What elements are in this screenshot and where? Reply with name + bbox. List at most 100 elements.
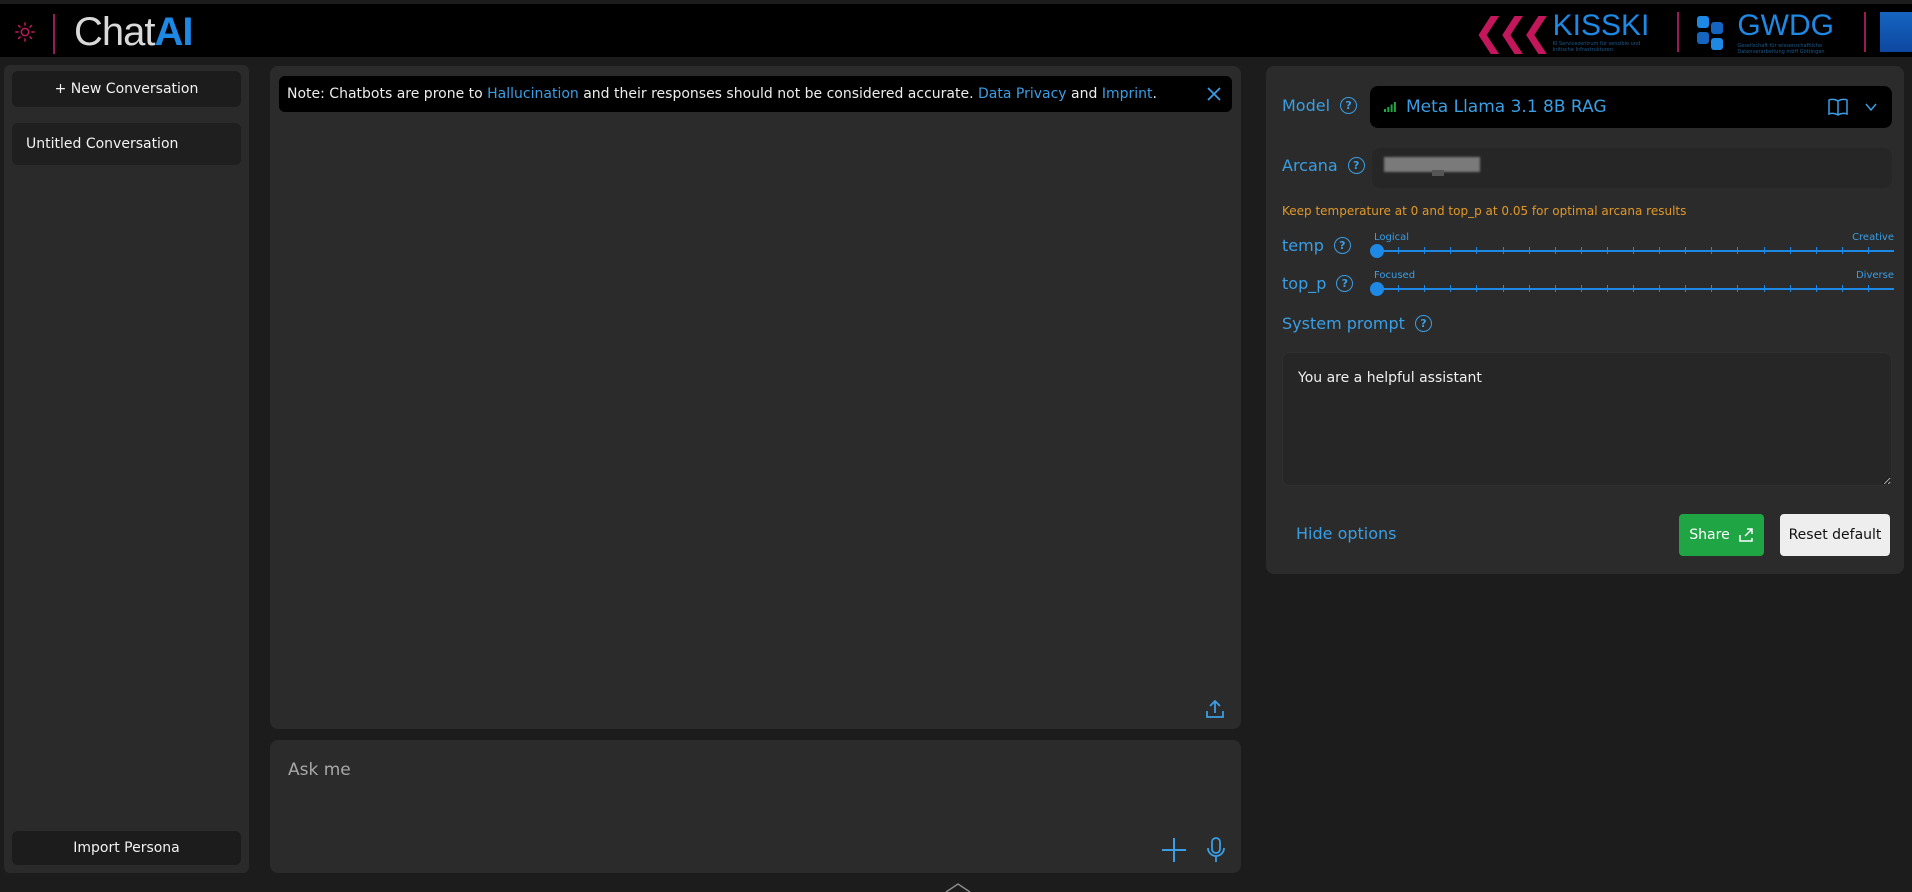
gwdg-name: GWDG xyxy=(1737,9,1834,42)
slider-tick xyxy=(1554,285,1556,292)
microphone-icon[interactable] xyxy=(1204,836,1228,864)
slider-tick xyxy=(1659,285,1661,292)
hallucination-link[interactable]: Hallucination xyxy=(487,86,579,102)
slider-tick xyxy=(1398,285,1400,292)
disclaimer-note: Note: Chatbots are prone to Hallucinatio… xyxy=(279,76,1232,112)
chevron-up-icon[interactable] xyxy=(944,882,972,892)
slider-tick xyxy=(1867,285,1869,292)
slider-tick xyxy=(1841,285,1843,292)
slider-tick xyxy=(1659,247,1661,254)
conversation-sidebar: + New Conversation Untitled Conversation… xyxy=(4,65,249,873)
logo-divider xyxy=(1677,12,1680,52)
slider-tick xyxy=(1580,285,1582,292)
slider-tick xyxy=(1398,247,1400,254)
kisski-logo[interactable]: ❮❮❮ KISSKI KI Servicezentrum für sensibl… xyxy=(1473,10,1649,54)
share-icon xyxy=(1738,528,1753,542)
conversation-item[interactable]: Untitled Conversation xyxy=(12,123,241,165)
share-button[interactable]: Share xyxy=(1679,514,1764,556)
slider-tick xyxy=(1633,285,1634,292)
slider-tick xyxy=(1528,247,1530,254)
slider-tick xyxy=(1711,285,1713,292)
slider-tick xyxy=(1502,247,1504,254)
chat-panel: Note: Chatbots are prone to Hallucinatio… xyxy=(270,66,1241,729)
slider-tick xyxy=(1711,247,1713,254)
temp-slider[interactable]: Logical Creative xyxy=(1370,232,1894,260)
temp-min-label: Logical xyxy=(1374,232,1410,243)
slider-tick xyxy=(1606,285,1608,292)
slider-tick xyxy=(1528,285,1530,292)
book-icon[interactable] xyxy=(1828,98,1848,116)
temp-max-label: Creative xyxy=(1852,232,1894,243)
system-prompt-label-text: System prompt xyxy=(1282,314,1405,333)
system-prompt-label: System prompt ? xyxy=(1282,314,1432,333)
slider-tick xyxy=(1450,285,1452,292)
model-select-value: Meta Llama 3.1 8B RAG xyxy=(1406,97,1607,117)
chat-ai-logo[interactable]: Chat AI xyxy=(74,9,194,54)
arcana-warning: Keep temperature at 0 and top_p at 0.05 … xyxy=(1282,204,1687,218)
slider-tick xyxy=(1815,285,1817,292)
top-p-label-text: top_p xyxy=(1282,274,1327,293)
gwdg-logo[interactable]: GWDG Gesellschaft für wissenschaftliche … xyxy=(1693,9,1834,55)
close-icon[interactable] xyxy=(1204,84,1224,104)
slider-tick xyxy=(1580,247,1582,254)
temp-slider-handle[interactable] xyxy=(1370,244,1384,258)
note-prefix: Note: Chatbots are prone to xyxy=(287,86,488,102)
slider-tick xyxy=(1606,247,1608,254)
arcana-redacted-value xyxy=(1432,170,1444,176)
top-p-min-label: Focused xyxy=(1374,270,1416,281)
slider-tick xyxy=(1685,247,1687,254)
slider-tick xyxy=(1815,247,1817,254)
gwdg-subtitle: Gesellschaft für wissenschaftliche Daten… xyxy=(1737,43,1825,55)
question-circle-icon[interactable]: ? xyxy=(1347,157,1365,174)
top-p-max-label: Diverse xyxy=(1855,270,1894,281)
note-suffix: . xyxy=(1152,86,1157,102)
logo-divider xyxy=(1864,12,1866,52)
slider-tick xyxy=(1424,285,1426,292)
note-and: and xyxy=(1066,86,1102,102)
question-circle-icon[interactable]: ? xyxy=(1336,275,1354,292)
slider-tick xyxy=(1685,285,1687,292)
header-divider xyxy=(53,14,55,54)
institution-mark-icon xyxy=(1880,12,1912,52)
temp-label: temp ? xyxy=(1282,236,1351,255)
slider-tick xyxy=(1737,285,1739,292)
slider-tick xyxy=(1502,285,1504,292)
slider-tick xyxy=(1789,247,1791,254)
import-persona-button[interactable]: Import Persona xyxy=(12,831,241,865)
arcana-label-text: Arcana xyxy=(1282,156,1338,175)
message-input-panel xyxy=(270,740,1241,873)
question-circle-icon[interactable]: ? xyxy=(1340,97,1358,114)
top-p-slider[interactable]: Focused Diverse xyxy=(1370,270,1894,298)
options-panel: Model ? Meta Llama 3.1 8B RAG Arcana ? K… xyxy=(1266,66,1904,574)
signal-bars-icon xyxy=(1384,102,1396,112)
imprint-link[interactable]: Imprint xyxy=(1102,86,1153,102)
slider-tick xyxy=(1476,247,1478,254)
new-conversation-button[interactable]: + New Conversation xyxy=(12,71,241,107)
upload-icon[interactable] xyxy=(1203,697,1227,721)
slider-tick xyxy=(1424,247,1426,254)
slider-tick xyxy=(1633,247,1634,254)
plus-icon[interactable] xyxy=(1160,836,1188,864)
question-circle-icon[interactable]: ? xyxy=(1414,315,1432,332)
slider-tick xyxy=(1554,247,1556,254)
hide-options-link[interactable]: Hide options xyxy=(1296,524,1397,543)
slider-tick xyxy=(1763,285,1765,292)
data-privacy-link[interactable]: Data Privacy xyxy=(978,86,1067,102)
top-p-slider-handle[interactable] xyxy=(1370,282,1384,296)
slider-tick xyxy=(1450,247,1452,254)
question-circle-icon[interactable]: ? xyxy=(1333,237,1351,254)
reset-default-button[interactable]: Reset default xyxy=(1780,514,1890,556)
chevron-down-icon[interactable] xyxy=(1864,100,1878,114)
model-label-text: Model xyxy=(1282,96,1331,115)
system-prompt-input[interactable] xyxy=(1282,352,1892,486)
message-input[interactable] xyxy=(270,740,1241,828)
sun-icon[interactable] xyxy=(14,21,36,43)
arcana-input[interactable] xyxy=(1372,148,1892,188)
model-label: Model ? xyxy=(1282,96,1358,115)
kisski-name: KISSKI xyxy=(1552,9,1650,42)
logo-chat-text: Chat xyxy=(74,9,155,54)
note-middle: and their responses should not be consid… xyxy=(578,86,978,102)
model-select[interactable]: Meta Llama 3.1 8B RAG xyxy=(1370,86,1892,128)
kisski-chevrons-icon: ❮❮❮ xyxy=(1473,10,1552,54)
top-p-label: top_p ? xyxy=(1282,274,1354,293)
